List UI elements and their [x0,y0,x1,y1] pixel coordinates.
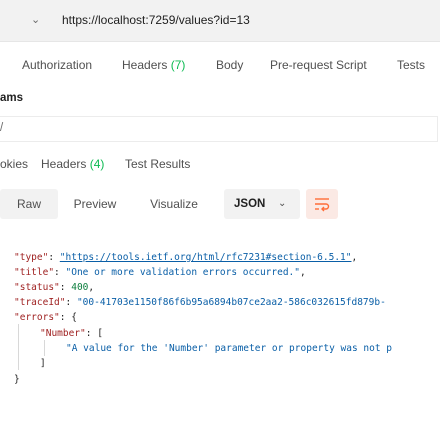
params-row[interactable]: / [0,116,438,142]
json-key: "title" [14,267,55,278]
json-key: "Number" [40,328,86,339]
format-select[interactable]: JSON ⌄ [224,189,300,219]
json-string: "One or more validation errors occurred.… [65,267,301,278]
json-key: "traceId" [14,297,66,308]
tab-body[interactable]: Body [216,58,243,72]
indent-guide [44,340,45,356]
tab-pre-request-script-label: Pre-request Script [270,58,367,72]
tab-response-headers[interactable]: Headers (4) [41,157,104,171]
tab-tests-label: Tests [397,58,426,72]
json-string: "00-41703e1150f86f6b95a6894b07ce2aa2-586… [76,297,386,308]
params-row-text: / [0,122,4,134]
response-tabs: okies Headers (4) Test Results [0,150,440,176]
tab-test-results-label: Test Results [125,157,191,171]
tab-headers-label: Headers [122,58,171,72]
json-link[interactable]: "https://tools.ietf.org/html/rfc7231#sec… [60,252,352,263]
json-key: "errors" [14,312,60,323]
tab-authorization-label: Authorization [22,58,93,72]
json-number: 400 [71,282,89,293]
json-string: "A value for the 'Number' parameter or p… [66,343,393,354]
tab-response-headers-count: (4) [89,157,105,171]
tab-response-headers-label: Headers [41,157,90,171]
json-line-traceid: "traceId": "00-41703e1150f86f6b95a6894b0… [14,297,386,308]
json-line-message: "A value for the 'Number' parameter or p… [66,341,392,356]
json-line-object-close: } [14,374,20,385]
indent-guide [18,324,19,370]
request-url-input[interactable]: https://localhost:7259/values?id=13 [62,13,250,27]
method-chevron-icon[interactable]: ⌄ [31,13,40,26]
json-line-title: "title": "One or more validation errors … [14,267,306,278]
tab-pre-request-script[interactable]: Pre-request Script [270,58,367,72]
json-key: "status" [14,282,60,293]
chevron-down-icon: ⌄ [278,198,287,209]
response-view-toolbar: Raw Preview Visualize JSON ⌄ [0,189,440,221]
json-line-array-close: ] [40,358,46,369]
tab-authorization[interactable]: Authorization [22,58,92,72]
tab-headers-count: (7) [170,58,186,72]
tab-tests[interactable]: Tests [397,58,425,72]
tab-headers[interactable]: Headers (7) [122,58,185,72]
url-bar[interactable]: ⌄ https://localhost:7259/values?id=13 [0,0,440,42]
json-key: "type" [14,252,49,263]
tab-cookies[interactable]: okies [0,157,28,171]
raw-button[interactable]: Raw [0,189,58,219]
preview-button[interactable]: Preview [64,189,126,219]
tab-test-results[interactable]: Test Results [125,157,190,171]
json-line-status: "status": 400, [14,282,95,293]
wrap-lines-button[interactable] [306,189,338,219]
tab-cookies-label: okies [0,157,29,171]
wrap-lines-icon [315,198,330,212]
tab-body-label: Body [216,58,244,72]
request-tabs: Authorization Headers (7) Body Pre-reque… [0,52,440,78]
json-line-type: "type": "https://tools.ietf.org/html/rfc… [14,252,358,263]
params-heading: ams [0,92,24,104]
json-line-number: "Number": [ [40,328,103,339]
json-line-errors: "errors": { [14,312,77,323]
visualize-button[interactable]: Visualize [140,189,208,219]
format-select-value: JSON [234,198,266,210]
